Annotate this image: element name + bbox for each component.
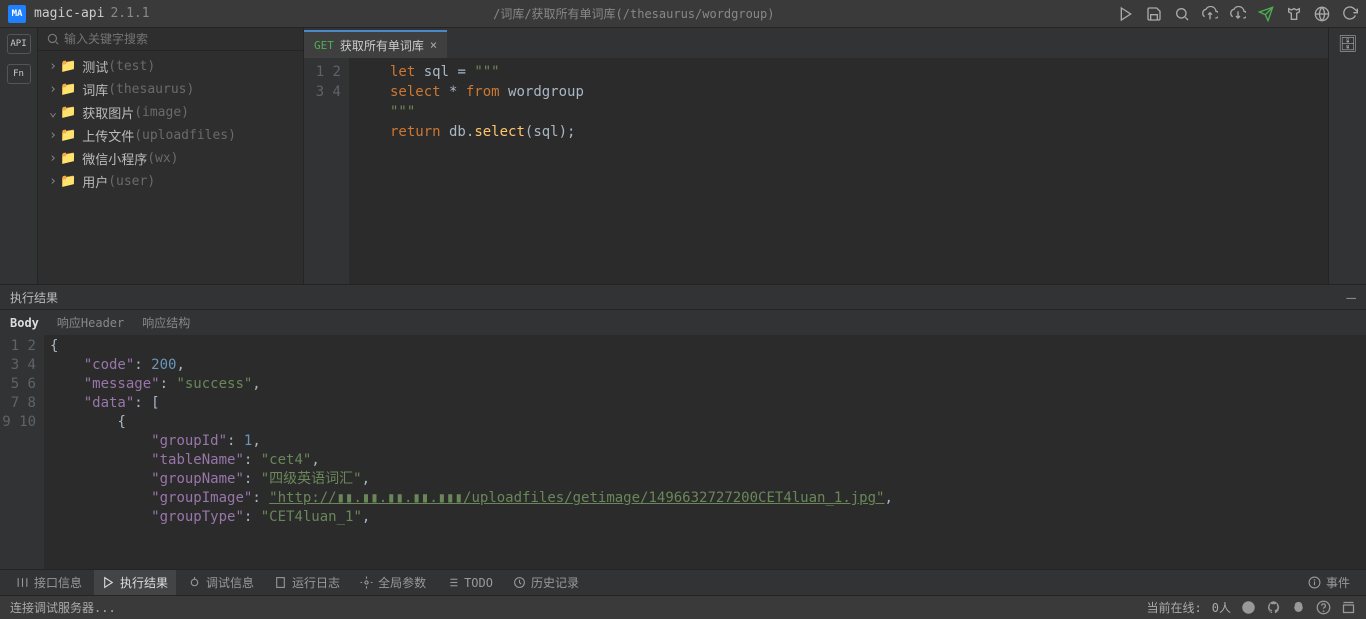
titlebar: MA magic-api 2.1.1 /词库/获取所有单词库(/thesauru…: [0, 0, 1366, 28]
globe-icon[interactable]: [1314, 6, 1330, 22]
result-tab-body[interactable]: Body: [10, 316, 39, 330]
footer-tab-global[interactable]: 全局参数: [352, 570, 434, 595]
gitee-icon[interactable]: [1241, 600, 1256, 615]
code-editor[interactable]: 1 2 3 4 let sql = """ select * from word…: [304, 58, 1328, 284]
minimize-icon[interactable]: —: [1346, 288, 1356, 307]
folder-icon: 📁: [60, 59, 76, 74]
result-gutter: 1 2 3 4 5 6 7 8 9 10: [0, 335, 44, 569]
app-name: magic-api: [34, 6, 104, 21]
chevron-right-icon: ›: [48, 174, 58, 189]
tree-item-uploadfiles[interactable]: › 📁 上传文件 (uploadfiles): [38, 124, 303, 147]
result-tab-header[interactable]: 响应Header: [57, 314, 124, 331]
clock-icon: [513, 576, 526, 589]
footer-tabs: 接口信息 执行结果 调试信息 运行日志 全局参数 TODO 历史记录 事件: [0, 569, 1366, 595]
footer-tab-event[interactable]: 事件: [1300, 570, 1358, 595]
status-left: 连接调试服务器...: [10, 599, 116, 616]
folder-icon: 📁: [60, 128, 76, 143]
tree-item-wx[interactable]: › 📁 微信小程序 (wx): [38, 147, 303, 170]
search-icon[interactable]: [1174, 6, 1190, 22]
footer-tab-debug[interactable]: 调试信息: [180, 570, 262, 595]
chevron-down-icon: ⌄: [48, 105, 58, 120]
tree-item-user[interactable]: › 📁 用户 (user): [38, 170, 303, 193]
editor-tab-active[interactable]: GET 获取所有单词库 ×: [304, 30, 447, 58]
upload-icon[interactable]: [1202, 6, 1218, 22]
statusbar: 连接调试服务器... 当前在线: 0人: [0, 595, 1366, 619]
run-icon[interactable]: [1118, 6, 1134, 22]
info-icon: [1308, 576, 1321, 589]
app-version: 2.1.1: [110, 6, 149, 21]
save-icon[interactable]: [1146, 6, 1162, 22]
file-icon: [274, 576, 287, 589]
footer-tab-log[interactable]: 运行日志: [266, 570, 348, 595]
refresh-icon[interactable]: [1342, 6, 1358, 22]
result-panel: 执行结果 — Body 响应Header 响应结构 1 2 3 4 5 6 7 …: [0, 284, 1366, 569]
api-rail-icon[interactable]: API: [7, 34, 31, 54]
tree-item-image[interactable]: ⌄ 📁 获取图片 (image): [38, 101, 303, 124]
folder-icon: 📁: [60, 151, 76, 166]
send-icon[interactable]: [1258, 6, 1274, 22]
search-input-icon: [46, 32, 60, 46]
tab-name: 获取所有单词库: [340, 37, 424, 54]
collapse-icon[interactable]: [1341, 600, 1356, 615]
shirt-icon[interactable]: [1286, 6, 1302, 22]
database-icon[interactable]: 🗄: [1338, 34, 1358, 54]
code-content: let sql = """ select * from wordgroup ""…: [350, 58, 584, 284]
result-title: 执行结果: [10, 289, 58, 306]
right-rail: 🗄: [1328, 28, 1366, 284]
qq-icon[interactable]: [1291, 600, 1306, 615]
tree-item-test[interactable]: › 📁 测试 (test): [38, 55, 303, 78]
chevron-right-icon: ›: [48, 59, 58, 74]
folder-icon: 📁: [60, 82, 76, 97]
file-tree: › 📁 测试 (test) › 📁 词库 (thesaurus) ⌄ 📁 获取图…: [38, 51, 303, 197]
folder-icon: 📁: [60, 174, 76, 189]
breadcrumb: /词库/获取所有单词库(/thesaurus/wordgroup): [150, 5, 1118, 22]
footer-tab-result[interactable]: 执行结果: [94, 570, 176, 595]
online-count: 0人: [1212, 599, 1231, 616]
footer-tab-api[interactable]: 接口信息: [8, 570, 90, 595]
chevron-right-icon: ›: [48, 151, 58, 166]
app-logo: MA: [8, 5, 26, 23]
bug-icon: [188, 576, 201, 589]
editor-tabs: GET 获取所有单词库 ×: [304, 28, 1328, 58]
chevron-right-icon: ›: [48, 128, 58, 143]
sidebar: › 📁 测试 (test) › 📁 词库 (thesaurus) ⌄ 📁 获取图…: [38, 28, 304, 284]
play-icon: [102, 576, 115, 589]
left-rail: API Fn: [0, 28, 38, 284]
folder-icon: 📁: [60, 105, 76, 120]
download-icon[interactable]: [1230, 6, 1246, 22]
tree-item-thesaurus[interactable]: › 📁 词库 (thesaurus): [38, 78, 303, 101]
chevron-right-icon: ›: [48, 82, 58, 97]
gear-icon: [360, 576, 373, 589]
sliders-icon: [16, 576, 29, 589]
list-icon: [446, 576, 459, 589]
tab-method: GET: [314, 39, 334, 52]
close-tab-icon[interactable]: ×: [430, 38, 437, 52]
result-body[interactable]: 1 2 3 4 5 6 7 8 9 10 { "code": 200, "mes…: [0, 335, 1366, 569]
result-json: { "code": 200, "message": "success", "da…: [44, 335, 893, 569]
footer-tab-history[interactable]: 历史记录: [505, 570, 587, 595]
footer-tab-todo[interactable]: TODO: [438, 572, 501, 594]
help-icon[interactable]: [1316, 600, 1331, 615]
search-input[interactable]: [64, 32, 295, 46]
line-gutter: 1 2 3 4: [304, 58, 350, 284]
online-label: 当前在线:: [1147, 599, 1202, 616]
github-icon[interactable]: [1266, 600, 1281, 615]
fn-rail-icon[interactable]: Fn: [7, 64, 31, 84]
result-tab-struct[interactable]: 响应结构: [142, 314, 190, 331]
